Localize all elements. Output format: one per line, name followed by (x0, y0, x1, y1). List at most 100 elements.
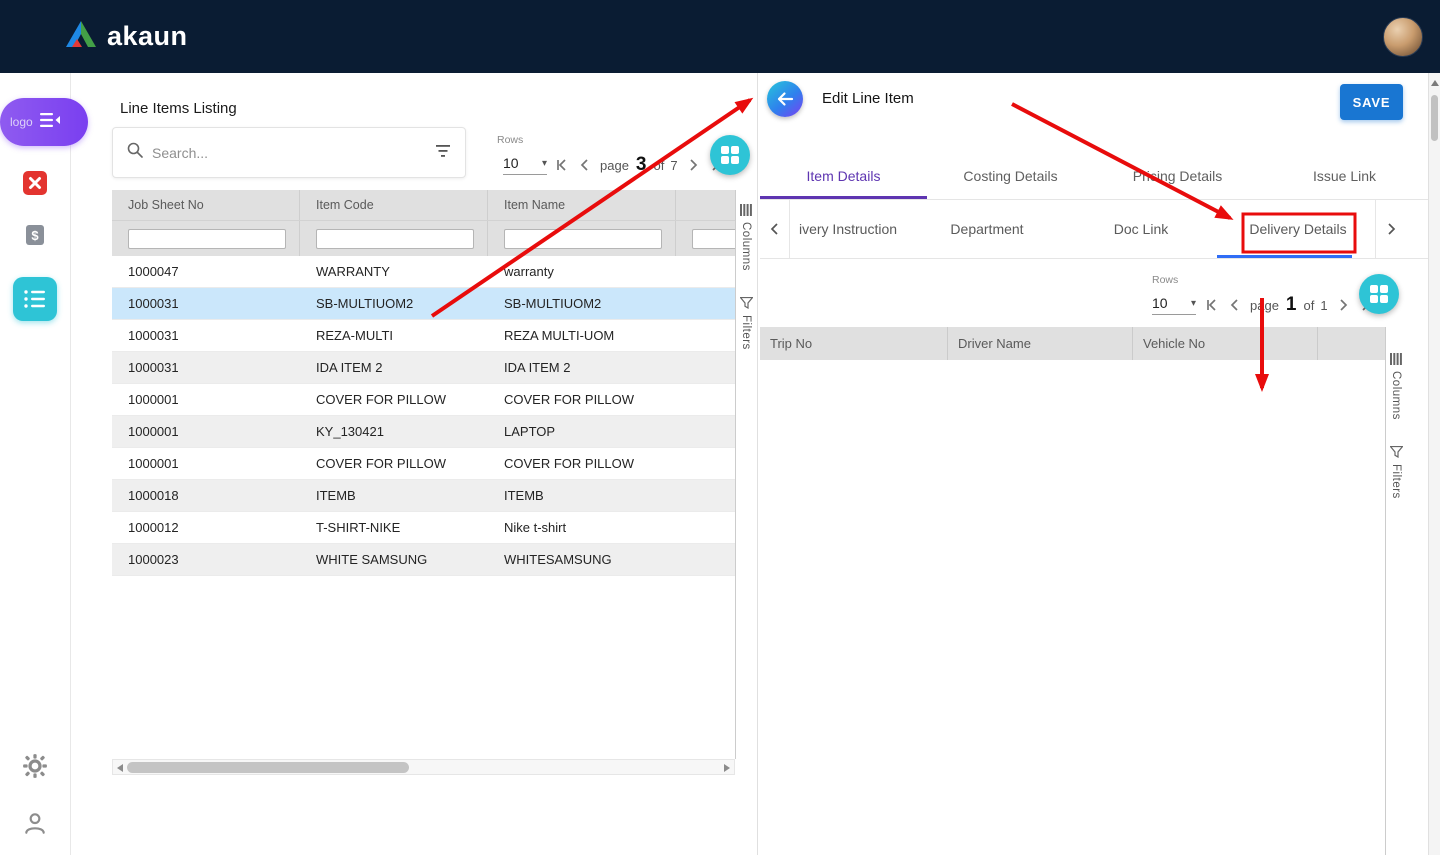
rows-per-page-value: 10 (1152, 295, 1168, 311)
filters-rail-button[interactable]: Filters (1390, 446, 1403, 499)
tab-issue-link[interactable]: Issue Link (1261, 155, 1428, 199)
user-avatar[interactable] (1383, 17, 1423, 57)
first-page-button[interactable] (1202, 296, 1220, 314)
gear-icon (22, 753, 48, 779)
table-row[interactable]: 1000001 COVER FOR PILLOW COVER FOR PILLO… (112, 384, 735, 416)
columns-rail-button[interactable]: Columns (740, 204, 752, 271)
back-button[interactable] (767, 81, 803, 117)
table-row[interactable]: 1000047 WARRANTY warranty (112, 256, 735, 288)
filter-list-icon[interactable] (435, 144, 451, 162)
cell-item-code: ITEMB (300, 480, 488, 511)
scroll-right-arrow[interactable] (724, 764, 730, 772)
first-page-button[interactable] (552, 156, 570, 174)
cell-item-code: T-SHIRT-NIKE (300, 512, 488, 543)
cell-job-sheet-no: 1000001 (112, 448, 300, 479)
column-header-item-name: Item Name (488, 190, 676, 220)
brand-triangle-icon (64, 19, 98, 54)
secondary-tab-bar: ivery Instruction Department Doc Link De… (790, 200, 1375, 258)
rows-per-page-select[interactable]: 10 ▾ (503, 152, 547, 175)
brand-name: akaun (107, 21, 188, 52)
columns-icon (1390, 353, 1402, 365)
tab-department[interactable]: Department (950, 200, 1023, 258)
sidebar-item-profile[interactable] (22, 810, 48, 836)
funnel-icon (740, 297, 753, 309)
next-page-button[interactable] (684, 156, 702, 174)
rows-per-page-select[interactable]: 10 ▾ (1152, 292, 1196, 315)
grid-icon (1370, 285, 1388, 303)
cell-item-name: Nike t-shirt (488, 512, 676, 543)
scroll-left-arrow[interactable] (117, 764, 123, 772)
rows-per-page-label: Rows (1152, 274, 1178, 286)
table-side-rail: Columns Filters (735, 190, 756, 759)
h-scrollbar-thumb[interactable] (127, 762, 409, 773)
cell-item-name: COVER FOR PILLOW (488, 384, 676, 415)
sidebar-item-settings[interactable] (20, 751, 50, 781)
tab-item-details[interactable]: Item Details (760, 155, 927, 199)
tab-delivery-instruction[interactable]: ivery Instruction (799, 200, 897, 258)
cell-item-name: REZA MULTI-UOM (488, 320, 676, 351)
cell-item-code: SB-MULTIUOM2 (300, 288, 488, 319)
grid-view-button[interactable] (710, 135, 750, 175)
tab-doc-link[interactable]: Doc Link (1114, 200, 1168, 258)
cell-item-code: KY_130421 (300, 416, 488, 447)
columns-rail-button[interactable]: Columns (1390, 353, 1402, 420)
prev-page-button[interactable] (1226, 296, 1244, 314)
table-row[interactable]: 1000031 REZA-MULTI REZA MULTI-UOM (112, 320, 735, 352)
tab-scroll-right[interactable] (1375, 200, 1405, 258)
table-row[interactable]: 1000001 COVER FOR PILLOW COVER FOR PILLO… (112, 448, 735, 480)
tab-delivery-details[interactable]: Delivery Details (1249, 200, 1346, 258)
sidebar-item-billing[interactable]: $ (23, 223, 47, 247)
total-pages: 7 (670, 158, 677, 173)
chevron-down-icon: ▾ (1191, 298, 1196, 309)
sidebar-item-red-app[interactable] (21, 169, 49, 197)
column-header-driver-name: Driver Name (948, 327, 1133, 360)
sidebar-item-line-items[interactable] (13, 277, 57, 321)
sidebar-menu-toggle[interactable]: logo (0, 98, 88, 146)
table-row-selected[interactable]: 1000031 SB-MULTIUOM2 SB-MULTIUOM2 (112, 288, 735, 320)
cell-item-name: IDA ITEM 2 (488, 352, 676, 383)
cell-job-sheet-no: 1000012 (112, 512, 300, 543)
pagination: page 3 of 7 (552, 151, 726, 179)
grid-view-button[interactable] (1359, 274, 1399, 314)
table-row[interactable]: 1000023 WHITE SAMSUNG WHITESAMSUNG (112, 544, 735, 576)
list-icon (24, 290, 46, 308)
table-row[interactable]: 1000001 KY_130421 LAPTOP (112, 416, 735, 448)
filter-input-item-name[interactable] (504, 229, 662, 249)
page-word: page (600, 158, 629, 173)
cell-item-name: WHITESAMSUNG (488, 544, 676, 575)
page-word: page (1250, 298, 1279, 313)
arrow-back-icon (776, 90, 794, 108)
delivery-table-header-row: Trip No Driver Name Vehicle No (760, 327, 1385, 360)
cell-item-code: COVER FOR PILLOW (300, 384, 488, 415)
cell-item-name: warranty (488, 256, 676, 287)
filter-input-extra[interactable] (692, 229, 735, 249)
h-scrollbar (112, 759, 735, 775)
tab-pricing-details[interactable]: Pricing Details (1094, 155, 1261, 199)
top-navbar: akaun (0, 0, 1440, 73)
v-scrollbar-thumb[interactable] (1431, 95, 1438, 141)
tab-costing-details[interactable]: Costing Details (927, 155, 1094, 199)
tab-scroll-left[interactable] (760, 200, 790, 258)
filter-input-item-code[interactable] (316, 229, 474, 249)
search-input[interactable] (152, 145, 426, 161)
cell-item-code: WARRANTY (300, 256, 488, 287)
brand-logo[interactable]: akaun (64, 0, 188, 73)
of-word: of (654, 158, 665, 173)
filter-input-job-sheet-no[interactable] (128, 229, 286, 249)
cell-job-sheet-no: 1000023 (112, 544, 300, 575)
prev-page-button[interactable] (576, 156, 594, 174)
cell-job-sheet-no: 1000031 (112, 352, 300, 383)
app-screen: akaun logo $ (0, 0, 1440, 855)
line-items-table: Job Sheet No Item Code Item Name 1000047… (112, 190, 735, 576)
filters-rail-button[interactable]: Filters (740, 297, 753, 350)
primary-tab-bar: Item Details Costing Details Pricing Det… (760, 155, 1428, 200)
table-row[interactable]: 1000031 IDA ITEM 2 IDA ITEM 2 (112, 352, 735, 384)
save-button[interactable]: SAVE (1340, 84, 1403, 120)
scroll-up-arrow[interactable] (1431, 80, 1439, 86)
table-row[interactable]: 1000012 T-SHIRT-NIKE Nike t-shirt (112, 512, 735, 544)
left-sidebar: logo $ (0, 73, 71, 855)
next-page-button[interactable] (1334, 296, 1352, 314)
table-row[interactable]: 1000018 ITEMB ITEMB (112, 480, 735, 512)
table-header-row: Job Sheet No Item Code Item Name (112, 190, 735, 220)
person-icon (22, 810, 48, 836)
